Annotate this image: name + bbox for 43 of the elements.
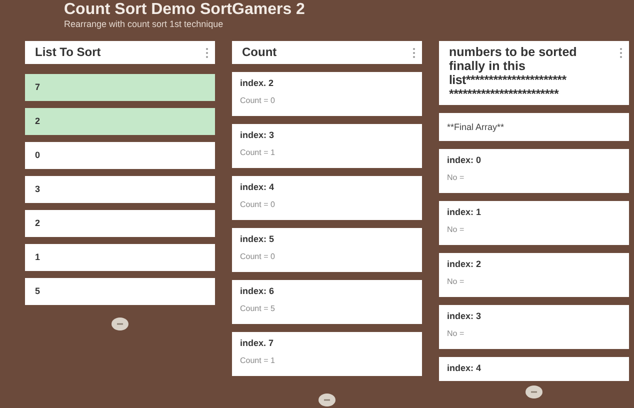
round-button-icon[interactable] [525, 385, 543, 399]
card-detail: Count = 0 [240, 96, 276, 105]
card-heading: index. 7 [240, 338, 275, 348]
card-detail: No = [447, 329, 466, 338]
list-item[interactable]: 2 [25, 108, 215, 135]
section-label: **Final Array** [439, 113, 629, 141]
column-title: Count [242, 45, 277, 60]
column-title-line: numbers to be sorted [449, 45, 577, 59]
card-heading: index: 3 [240, 130, 276, 140]
card-heading: index: 0 [447, 155, 482, 165]
list-item[interactable]: 3 [25, 176, 215, 203]
more-icon[interactable] [205, 47, 209, 59]
more-icon[interactable] [412, 47, 416, 59]
card-detail: Count = 5 [240, 304, 276, 313]
card-detail: Count = 0 [240, 200, 276, 209]
list-item[interactable]: 5 [25, 278, 215, 305]
card-heading: index: 4 [240, 182, 276, 192]
card-heading: index: 1 [447, 207, 482, 217]
list-item[interactable]: 0 [25, 142, 215, 169]
card-heading: index: 5 [240, 234, 276, 244]
column-title: List To Sort [35, 45, 101, 60]
card-heading: index: 2 [447, 259, 482, 269]
app-title: Count Sort Demo SortGamers 2 [64, 1, 306, 19]
column-title-line: ************************ [449, 87, 560, 101]
card-detail: Count = 1 [240, 148, 276, 157]
card-detail: Count = 1 [240, 356, 276, 365]
card-detail: Count = 0 [240, 252, 276, 261]
card-detail: No = [447, 277, 466, 286]
list-item[interactable]: 1 [25, 244, 215, 271]
list-item[interactable]: 7 [25, 74, 215, 101]
round-button-icon[interactable] [111, 317, 129, 331]
card-detail: No = [447, 173, 466, 182]
column-title-line: finally in this [449, 59, 526, 73]
card-detail: No = [447, 225, 466, 234]
card-heading: index. 2 [240, 78, 275, 88]
more-icon[interactable] [619, 47, 623, 59]
app-subtitle: Rearrange with count sort 1st technique [64, 19, 224, 30]
card-heading: index: 3 [447, 311, 482, 321]
card-heading: index: 6 [240, 286, 276, 296]
list-item[interactable]: 2 [25, 210, 215, 237]
column-title-line: list********************** [449, 73, 568, 87]
round-button-icon[interactable] [318, 393, 336, 407]
card-heading: index: 4 [447, 363, 482, 373]
